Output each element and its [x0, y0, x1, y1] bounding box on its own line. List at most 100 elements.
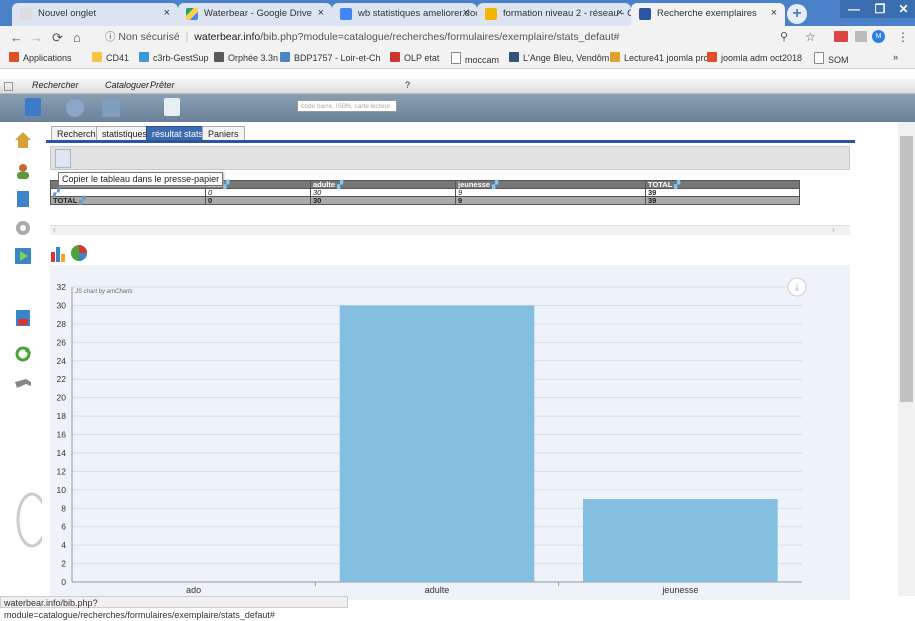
- home-icon[interactable]: ⌂: [73, 30, 81, 45]
- browser-tab-wb-statistiques[interactable]: wb statistiques ameliorer.docx ×: [332, 3, 477, 26]
- page-icon: [814, 52, 824, 64]
- y-tick-label: 6: [61, 522, 66, 532]
- close-icon[interactable]: ×: [164, 7, 170, 19]
- menu-preter[interactable]: Prêter: [150, 80, 175, 90]
- window-close-icon[interactable]: ✕: [892, 0, 915, 18]
- bookmark-bdp1757[interactable]: BDP1757 - Loir-et-Ch: [280, 52, 381, 63]
- close-icon[interactable]: ×: [771, 7, 777, 19]
- bookmark-applications[interactable]: Applications: [9, 52, 72, 63]
- book-icon[interactable]: [14, 190, 32, 208]
- quick-search-input[interactable]: code barre, ISBN, carte lecteur: [297, 100, 397, 112]
- menu-cataloguer[interactable]: Cataloguer: [105, 80, 149, 90]
- sort-icon[interactable]: ▞: [223, 180, 229, 189]
- bookmarks-overflow-button[interactable]: »: [893, 52, 898, 62]
- reload-icon[interactable]: ⟳: [52, 30, 63, 46]
- browser-tab-formation[interactable]: formation niveau 2 - réseau - C ×: [477, 3, 631, 26]
- table-cell: 30: [310, 196, 456, 205]
- scroll-right-icon[interactable]: ›: [832, 225, 835, 234]
- forward-icon[interactable]: →: [30, 30, 43, 45]
- bookmark-label: joomla adm oct2018: [721, 53, 803, 63]
- bookmark-som[interactable]: SOM: [814, 52, 849, 65]
- menu-toggle-icon[interactable]: [4, 82, 13, 91]
- google-slides-icon: [485, 8, 497, 20]
- gmail-icon[interactable]: [834, 31, 848, 42]
- bookmarks-bar: Applications CD41 c3rb-GestSup Orphée 3.…: [0, 48, 915, 69]
- browser-tab-recherche-exemplaires[interactable]: Recherche exemplaires ×: [631, 3, 785, 26]
- new-tab-button[interactable]: +: [787, 4, 807, 24]
- bookmark-moccam[interactable]: moccam: [451, 52, 499, 65]
- bookmark-label: L'Ange Bleu, Vendôm: [523, 53, 610, 63]
- copy-icon[interactable]: [55, 149, 71, 168]
- y-tick-label: 0: [61, 577, 66, 587]
- close-icon[interactable]: ×: [318, 7, 324, 19]
- y-tick-label: 26: [57, 337, 67, 347]
- orphee-icon: [214, 52, 224, 62]
- bookmark-olp[interactable]: OLP etat: [390, 52, 439, 63]
- star-icon[interactable]: ☆: [805, 30, 816, 44]
- play-icon[interactable]: [14, 247, 32, 265]
- search-document-icon[interactable]: [164, 98, 180, 116]
- bookmark-ange-bleu[interactable]: L'Ange Bleu, Vendôm: [509, 52, 609, 63]
- new-record-icon[interactable]: [25, 98, 41, 116]
- bookmark-label: Orphée 3.3n: [228, 53, 279, 63]
- browser-tab-label: Waterbear - Google Drive: [204, 8, 312, 19]
- sort-icon[interactable]: ▞: [492, 180, 498, 189]
- add-disc-icon[interactable]: [66, 99, 84, 117]
- browser-tab-google-drive[interactable]: Waterbear - Google Drive ×: [178, 3, 332, 26]
- y-tick-label: 16: [57, 430, 67, 440]
- bookmark-c3rb[interactable]: c3rb-GestSup: [139, 52, 209, 63]
- lecture41-icon: [610, 52, 620, 62]
- url-field[interactable]: ⓘ Non sécurisé | waterbear.info/bib.php?…: [105, 29, 620, 44]
- tab-paniers[interactable]: Paniers: [202, 126, 245, 140]
- browser-status-bar: waterbear.info/bib.php?module=catalogue/…: [0, 596, 348, 620]
- bookmark-lecture41[interactable]: Lecture41 joomla pro: [610, 52, 709, 63]
- catalog-icon[interactable]: [14, 309, 32, 327]
- sort-icon[interactable]: ▞: [674, 180, 680, 189]
- bookmark-cd41[interactable]: CD41: [92, 52, 129, 63]
- scrollbar-thumb[interactable]: [900, 136, 913, 402]
- minimize-icon[interactable]: —: [840, 0, 868, 18]
- bookmark-joomla-adm[interactable]: joomla adm oct2018: [707, 52, 802, 63]
- wrench-icon[interactable]: [14, 376, 32, 394]
- sort-icon[interactable]: ▞: [79, 196, 85, 205]
- y-tick-label: 20: [57, 393, 67, 403]
- y-tick-label: 4: [61, 540, 66, 550]
- user-icon[interactable]: [14, 162, 32, 180]
- tab-statistiques[interactable]: statistiques: [96, 126, 154, 140]
- bdp-icon: [280, 52, 290, 62]
- y-tick-label: 22: [57, 374, 67, 384]
- gear-icon[interactable]: [14, 219, 32, 237]
- table-cell: 39: [645, 188, 800, 197]
- help-button[interactable]: ?: [405, 80, 410, 90]
- bookmark-orphee[interactable]: Orphée 3.3n: [214, 52, 278, 63]
- browser-tab-label: wb statistiques ameliorer.docx: [358, 8, 477, 19]
- x-tick-label: jeunesse: [661, 585, 698, 595]
- tab-resultat-stats[interactable]: résultat stats: [146, 126, 210, 140]
- zoom-icon[interactable]: ⚲: [780, 30, 788, 43]
- pie-chart-icon[interactable]: [70, 244, 88, 262]
- scroll-left-icon[interactable]: ‹: [53, 225, 56, 234]
- profile-avatar[interactable]: M: [872, 30, 885, 43]
- table-horizontal-scrollbar[interactable]: ‹ ›: [50, 225, 850, 235]
- kebab-menu-icon[interactable]: ⋮: [897, 30, 909, 44]
- menu-rechercher[interactable]: Rechercher: [32, 80, 79, 90]
- bar-chart-icon[interactable]: [50, 244, 68, 262]
- info-icon: ⓘ: [105, 31, 116, 43]
- y-tick-label: 18: [57, 411, 67, 421]
- back-icon[interactable]: ←: [10, 30, 23, 45]
- maximize-icon[interactable]: ❐: [866, 0, 894, 18]
- add-user-icon[interactable]: [102, 99, 120, 117]
- bookmark-label: CD41: [106, 53, 130, 63]
- close-icon[interactable]: ×: [463, 7, 469, 19]
- close-icon[interactable]: ×: [617, 7, 623, 19]
- browser-tab-label: Nouvel onglet: [38, 8, 97, 19]
- home-icon[interactable]: [14, 131, 32, 149]
- download-icon[interactable]: ⤓: [795, 282, 799, 292]
- sort-icon[interactable]: ▞: [337, 180, 343, 189]
- copy-tooltip: Copier le tableau dans le presse-papier: [58, 172, 224, 186]
- extension-icon[interactable]: [855, 31, 867, 42]
- browser-tab-label: formation niveau 2 - réseau - C: [503, 8, 631, 19]
- olp-icon: [390, 52, 400, 62]
- browser-tab-nouvel-onglet[interactable]: Nouvel onglet ×: [12, 3, 178, 26]
- refresh-icon[interactable]: [14, 345, 32, 363]
